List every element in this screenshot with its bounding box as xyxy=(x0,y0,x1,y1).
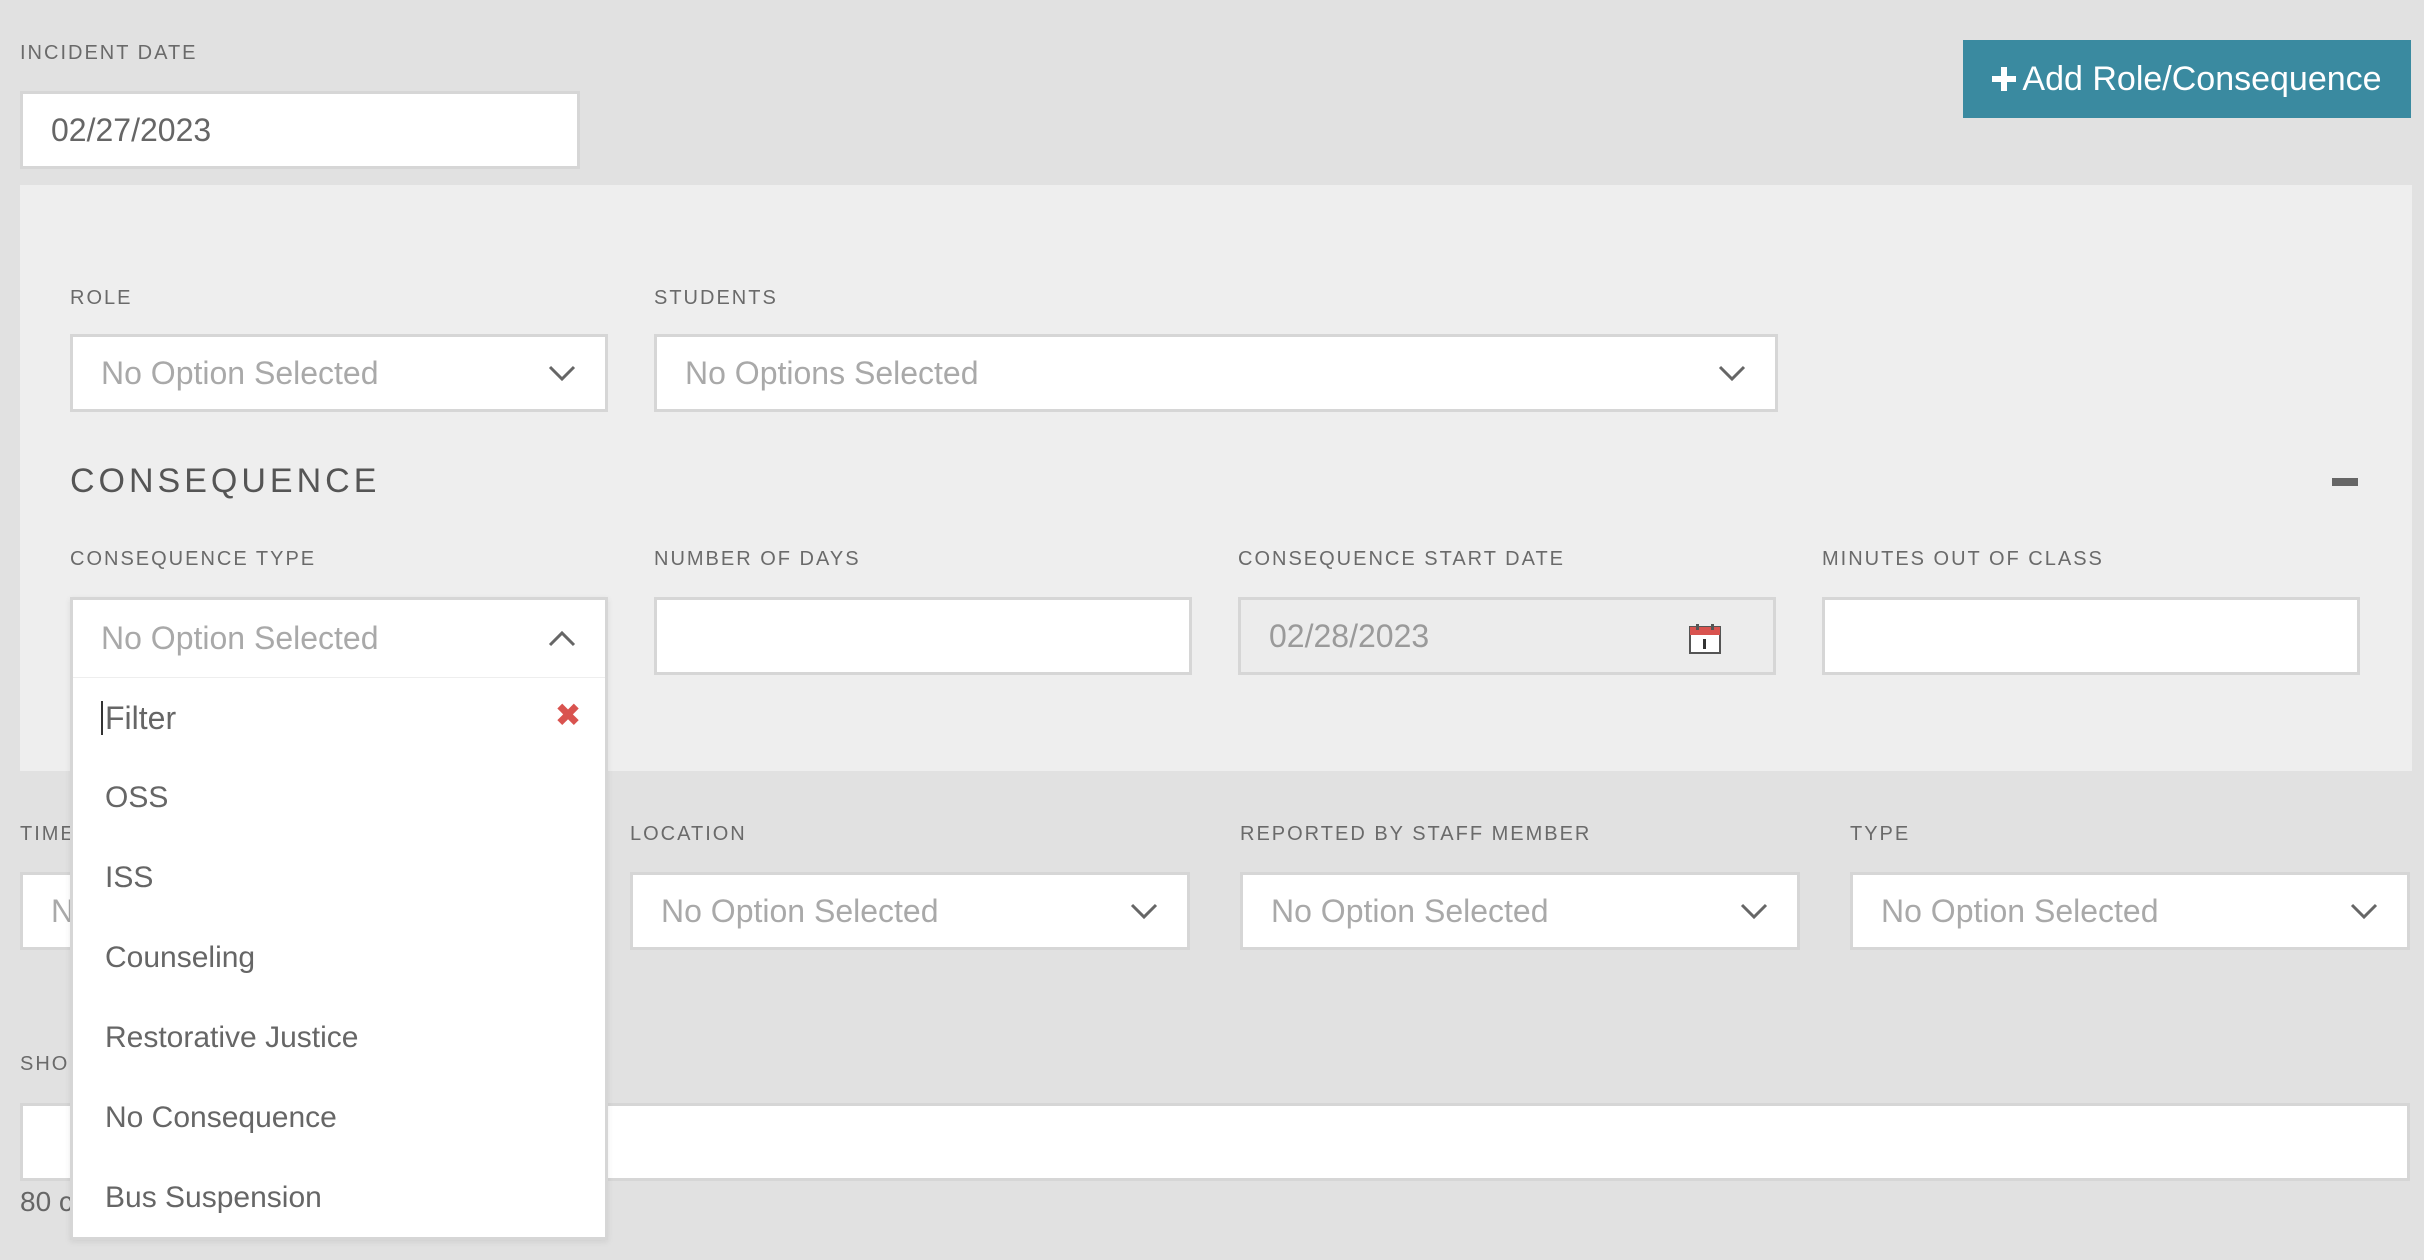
consequence-start-date-value: 02/28/2023 xyxy=(1269,617,1430,654)
consequence-start-date-input[interactable]: 02/28/2023 xyxy=(1238,597,1776,675)
plus-icon xyxy=(1992,67,2017,91)
option-no-consequence[interactable]: No Consequence xyxy=(73,1078,605,1158)
role-label: ROLE xyxy=(70,287,133,309)
number-of-days-label: NUMBER OF DAYS xyxy=(654,548,861,570)
type-label: TYPE xyxy=(1850,823,1911,845)
filter-input[interactable]: Filter ✖ xyxy=(73,678,605,758)
option-bus-suspension[interactable]: Bus Suspension xyxy=(73,1158,605,1238)
chevron-down-icon xyxy=(1718,365,1746,382)
chevron-down-icon xyxy=(1740,903,1768,920)
consequence-type-select[interactable]: No Option Selected xyxy=(73,600,605,678)
students-label: STUDENTS xyxy=(654,287,778,309)
consequence-start-date-label: CONSEQUENCE START DATE xyxy=(1238,548,1566,570)
chevron-down-icon xyxy=(548,365,576,382)
consequence-section-title: CONSEQUENCE xyxy=(70,462,381,500)
time-label: TIME xyxy=(20,823,76,845)
minutes-out-of-class-input[interactable] xyxy=(1822,597,2360,675)
character-counter: 80 c xyxy=(20,1186,73,1217)
location-label: LOCATION xyxy=(630,823,747,845)
clear-filter-icon[interactable]: ✖ xyxy=(553,699,583,731)
reported-by-label: REPORTED BY STAFF MEMBER xyxy=(1240,823,1592,845)
reported-by-select-value: No Option Selected xyxy=(1271,892,1549,929)
incident-date-label: INCIDENT DATE xyxy=(20,42,198,64)
reported-by-select[interactable]: No Option Selected xyxy=(1240,872,1800,950)
incident-date-value: 02/27/2023 xyxy=(51,111,212,148)
number-of-days-input[interactable] xyxy=(654,597,1192,675)
text-caret xyxy=(101,701,103,735)
students-select-value: No Options Selected xyxy=(685,354,979,391)
calendar-icon[interactable] xyxy=(1689,624,1721,654)
incident-date-input[interactable]: 02/27/2023 xyxy=(20,91,580,169)
minutes-out-of-class-label: MINUTES OUT OF CLASS xyxy=(1822,548,2104,570)
location-select[interactable]: No Option Selected xyxy=(630,872,1190,950)
chevron-down-icon xyxy=(1130,903,1158,920)
add-role-consequence-label: Add Role/Consequence xyxy=(2022,59,2382,98)
consequence-type-label: CONSEQUENCE TYPE xyxy=(70,548,317,570)
chevron-up-icon xyxy=(548,630,576,646)
add-role-consequence-button[interactable]: Add Role/Consequence xyxy=(1963,40,2411,118)
consequence-option-list: OSS ISS Counseling Restorative Justice N… xyxy=(73,758,605,1238)
filter-placeholder: Filter xyxy=(105,699,177,736)
consequence-type-dropdown[interactable]: No Option Selected Filter ✖ OSS ISS Coun… xyxy=(70,597,608,1240)
students-select[interactable]: No Options Selected xyxy=(654,334,1778,412)
role-select[interactable]: No Option Selected xyxy=(70,334,608,412)
option-oss[interactable]: OSS xyxy=(73,758,605,838)
short-description-label: SHO xyxy=(20,1053,70,1075)
consequence-type-value: No Option Selected xyxy=(101,620,379,656)
option-iss[interactable]: ISS xyxy=(73,838,605,918)
location-select-value: No Option Selected xyxy=(661,892,939,929)
collapse-minus-icon[interactable] xyxy=(2332,478,2358,486)
option-counseling[interactable]: Counseling xyxy=(73,918,605,998)
role-select-value: No Option Selected xyxy=(101,354,379,391)
type-select[interactable]: No Option Selected xyxy=(1850,872,2410,950)
chevron-down-icon xyxy=(2350,903,2378,920)
type-select-value: No Option Selected xyxy=(1881,892,2159,929)
option-restorative-justice[interactable]: Restorative Justice xyxy=(73,998,605,1078)
